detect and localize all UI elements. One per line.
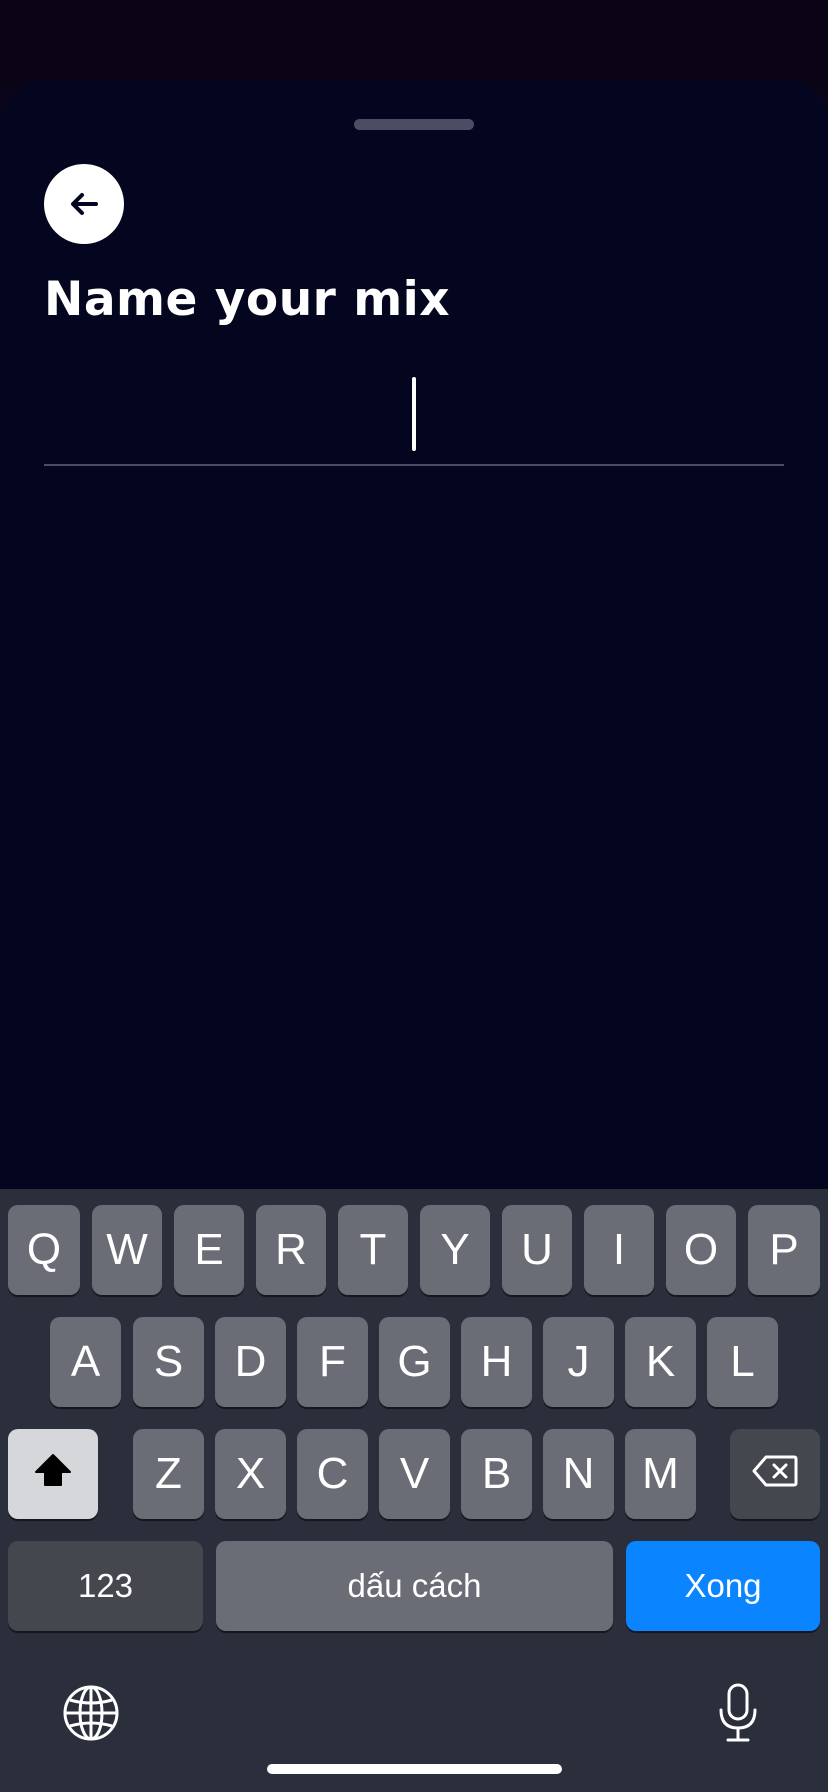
key-l[interactable]: L bbox=[707, 1317, 778, 1407]
key-y[interactable]: Y bbox=[420, 1205, 490, 1295]
key-q[interactable]: Q bbox=[8, 1205, 80, 1295]
done-key[interactable]: Xong bbox=[626, 1541, 820, 1631]
page-title: Name your mix bbox=[44, 272, 451, 327]
space-key[interactable]: dấu cách bbox=[216, 1541, 613, 1631]
microphone-icon[interactable] bbox=[710, 1678, 766, 1748]
key-n[interactable]: N bbox=[543, 1429, 614, 1519]
key-j[interactable]: J bbox=[543, 1317, 614, 1407]
status-bar-area bbox=[0, 0, 828, 90]
key-v[interactable]: V bbox=[379, 1429, 450, 1519]
shift-icon bbox=[33, 1449, 73, 1499]
key-u[interactable]: U bbox=[502, 1205, 572, 1295]
key-b[interactable]: B bbox=[461, 1429, 532, 1519]
key-w[interactable]: W bbox=[92, 1205, 162, 1295]
key-z[interactable]: Z bbox=[133, 1429, 204, 1519]
key-e[interactable]: E bbox=[174, 1205, 244, 1295]
key-c[interactable]: C bbox=[297, 1429, 368, 1519]
key-r[interactable]: R bbox=[256, 1205, 326, 1295]
sheet-grabber[interactable] bbox=[354, 119, 474, 130]
key-a[interactable]: A bbox=[50, 1317, 121, 1407]
key-x[interactable]: X bbox=[215, 1429, 286, 1519]
text-cursor bbox=[412, 377, 416, 451]
shift-key[interactable] bbox=[8, 1429, 98, 1519]
key-o[interactable]: O bbox=[666, 1205, 736, 1295]
backspace-icon bbox=[752, 1449, 798, 1499]
key-s[interactable]: S bbox=[133, 1317, 204, 1407]
delete-key[interactable] bbox=[730, 1429, 820, 1519]
home-indicator[interactable] bbox=[267, 1764, 562, 1774]
globe-icon[interactable] bbox=[60, 1682, 122, 1744]
key-p[interactable]: P bbox=[748, 1205, 820, 1295]
key-i[interactable]: I bbox=[584, 1205, 654, 1295]
key-d[interactable]: D bbox=[215, 1317, 286, 1407]
back-button[interactable] bbox=[44, 164, 124, 244]
key-k[interactable]: K bbox=[625, 1317, 696, 1407]
key-h[interactable]: H bbox=[461, 1317, 532, 1407]
key-t[interactable]: T bbox=[338, 1205, 408, 1295]
key-f[interactable]: F bbox=[297, 1317, 368, 1407]
numbers-key[interactable]: 123 bbox=[8, 1541, 203, 1631]
key-m[interactable]: M bbox=[625, 1429, 696, 1519]
arrow-left-icon bbox=[69, 191, 99, 217]
key-g[interactable]: G bbox=[379, 1317, 450, 1407]
